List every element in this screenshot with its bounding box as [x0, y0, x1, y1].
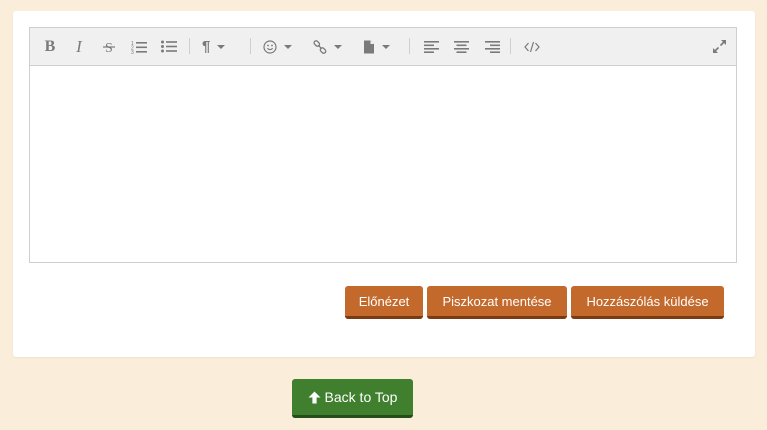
- code-view-button[interactable]: [523, 37, 541, 56]
- bold-icon: B: [44, 37, 56, 55]
- back-to-top-label: Back to Top: [324, 389, 398, 405]
- link-icon: [313, 39, 327, 54]
- editor-toolbar: B I S 1 2 3: [30, 28, 736, 66]
- back-to-top-button[interactable]: Back to Top: [292, 379, 413, 418]
- strikethrough-icon: S: [103, 41, 115, 54]
- ordered-list-button[interactable]: 1 2 3: [130, 37, 148, 56]
- submit-comment-button[interactable]: Hozzászólás küldése: [571, 286, 724, 319]
- chevron-down-icon: [217, 44, 226, 49]
- code-view-icon: [524, 41, 540, 52]
- editor-text-area[interactable]: [30, 66, 736, 262]
- paragraph-icon: ¶: [202, 38, 211, 55]
- chevron-down-icon: [382, 44, 390, 49]
- italic-button[interactable]: I: [70, 37, 88, 56]
- toolbar-separator: [510, 38, 511, 54]
- emoji-icon: [263, 39, 277, 54]
- chevron-down-icon: [334, 44, 342, 49]
- align-left-button[interactable]: [422, 37, 440, 56]
- emoji-dropdown[interactable]: [263, 37, 292, 56]
- link-dropdown[interactable]: [313, 37, 342, 56]
- italic-icon: I: [76, 36, 82, 56]
- chevron-down-icon: [284, 44, 292, 49]
- align-right-button[interactable]: [483, 37, 501, 56]
- insert-file-icon: [364, 40, 374, 53]
- svg-text:3: 3: [131, 50, 134, 54]
- unordered-list-button[interactable]: [160, 37, 178, 56]
- toolbar-separator: [189, 38, 190, 54]
- fullscreen-icon: [712, 40, 726, 53]
- align-center-button[interactable]: [452, 37, 470, 56]
- ordered-list-icon: 1 2 3: [131, 41, 147, 54]
- preview-button[interactable]: Előnézet: [345, 286, 423, 319]
- toolbar-separator: [409, 38, 410, 54]
- fullscreen-button[interactable]: [710, 37, 728, 56]
- align-left-icon: [423, 40, 439, 53]
- rich-text-editor: B I S 1 2 3: [29, 27, 737, 263]
- save-draft-button[interactable]: Piszkozat mentése: [427, 286, 567, 319]
- toolbar-separator: [250, 38, 251, 54]
- unordered-list-icon: [161, 40, 177, 53]
- comment-panel: B I S 1 2 3: [13, 11, 755, 357]
- strikethrough-button[interactable]: S: [100, 37, 118, 56]
- insert-file-dropdown[interactable]: [363, 37, 390, 56]
- align-center-icon: [453, 40, 469, 53]
- bold-button[interactable]: B: [41, 37, 59, 56]
- arrow-up-icon: [308, 391, 321, 403]
- align-right-icon: [484, 40, 500, 53]
- paragraph-style-dropdown[interactable]: ¶: [202, 37, 226, 56]
